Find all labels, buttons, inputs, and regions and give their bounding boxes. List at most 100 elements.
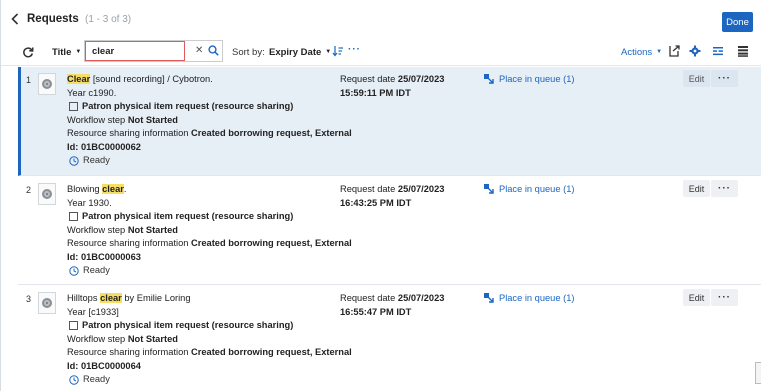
request-row[interactable]: 1 Clear [sound recording] / Cybotron. Ye… [18, 67, 761, 176]
request-type: Patron physical item request (resource s… [67, 319, 352, 333]
request-date: Request date 25/07/2023 16:43:25 PM IDT [340, 183, 480, 210]
title-highlight: Clear [67, 74, 91, 84]
rs-label: Resource sharing information [67, 238, 189, 248]
year-line: Year c1990. [67, 87, 352, 101]
status: Ready [67, 264, 352, 278]
chevron-left-icon [11, 13, 19, 25]
queue-icon [484, 184, 494, 194]
rs-label: Resource sharing information [67, 128, 189, 138]
item-thumbnail-icon [42, 189, 52, 199]
request-type-text: Patron physical item request (resource s… [82, 211, 294, 221]
queue-text: Place in queue (1) [499, 292, 575, 303]
item-title[interactable]: Clear [sound recording] / Cybotron. [67, 73, 352, 87]
year-line: Year [c1933] [67, 306, 352, 320]
request-type-icon [69, 102, 78, 112]
workflow-label: Workflow step [67, 114, 126, 125]
title-pre: Blowing [67, 184, 103, 194]
id-value: 01BC0000063 [80, 251, 141, 262]
id-value: 01BC0000062 [80, 141, 141, 152]
item-thumbnail [38, 183, 56, 205]
title-rest: . [123, 184, 127, 194]
request-type-text: Patron physical item request (resource s… [82, 101, 294, 111]
scroll-handle[interactable] [755, 362, 761, 384]
clock-icon [69, 156, 79, 166]
result-count: (1 - 3 of 3) [84, 14, 132, 25]
row-number: 2 [26, 185, 32, 195]
request-details: Hilltops clear by Emilie Loring Year [c1… [67, 292, 352, 387]
caret-down-icon: ▼ [656, 49, 663, 56]
request-type-icon [69, 321, 78, 331]
item-title[interactable]: Blowing clear. [67, 183, 352, 197]
title-rest: [sound recording] / Cybotron. [90, 74, 213, 84]
status: Ready [67, 373, 352, 387]
request-time-value: 16:55:47 PM IDT [340, 306, 412, 317]
gear-icon[interactable] [689, 45, 701, 57]
item-thumbnail [38, 73, 56, 95]
search-field-select[interactable]: Title ▼ [52, 47, 81, 58]
place-in-queue-link[interactable]: Place in queue (1) [483, 292, 574, 303]
rs-label: Resource sharing information [67, 347, 189, 357]
request-row[interactable]: 2 Blowing clear. Year 1930. Patron physi… [18, 177, 761, 285]
row-number: 1 [26, 75, 32, 85]
workflow-value: Not Started [127, 333, 178, 344]
list-view-icon[interactable] [737, 45, 749, 57]
request-type: Patron physical item request (resource s… [67, 210, 352, 224]
id-value: 01BC0000064 [80, 360, 141, 371]
row-more-button[interactable]: ··· [711, 180, 738, 197]
place-in-queue-link[interactable]: Place in queue (1) [483, 183, 574, 194]
done-button[interactable]: Done [722, 12, 753, 32]
clock-icon [69, 375, 79, 385]
row-more-button[interactable]: ··· [711, 70, 738, 87]
request-date: Request date 25/07/2023 16:55:47 PM IDT [340, 292, 480, 319]
place-in-queue-link[interactable]: Place in queue (1) [483, 73, 574, 84]
page-title-text: Requests [27, 13, 79, 25]
row-more-button[interactable]: ··· [711, 289, 738, 306]
workflow-line: Workflow step Not Started [67, 333, 352, 347]
clear-search-icon[interactable]: ✕ [195, 45, 203, 56]
id-label: Id: [67, 251, 79, 262]
page-title: Requests (1 - 3 of 3) [27, 13, 131, 25]
queue-icon [484, 74, 494, 84]
refresh-icon[interactable] [22, 46, 34, 58]
request-row[interactable]: 3 Hilltops clear by Emilie Loring Year [… [18, 286, 761, 391]
sort-value: Expiry Date [269, 47, 322, 58]
item-title[interactable]: Hilltops clear by Emilie Loring [67, 292, 352, 306]
workflow-value: Not Started [127, 224, 178, 235]
status-text: Ready [83, 374, 110, 384]
year-value: [c1933] [88, 306, 119, 317]
edit-button[interactable]: Edit [683, 289, 710, 306]
request-details: Clear [sound recording] / Cybotron. Year… [67, 73, 352, 168]
request-time-value: 16:43:25 PM IDT [340, 197, 412, 208]
resource-sharing-line: Resource sharing information Created bor… [67, 346, 352, 360]
actions-button[interactable]: Actions ▼ [621, 47, 662, 58]
sort-direction-icon[interactable] [332, 45, 344, 57]
request-date-value: 25/07/2023 [397, 184, 445, 194]
search-icon[interactable] [208, 45, 219, 56]
request-type-text: Patron physical item request (resource s… [82, 320, 294, 330]
export-icon[interactable] [668, 45, 680, 57]
queue-text: Place in queue (1) [499, 183, 575, 194]
sort-label: Sort by: [232, 47, 265, 58]
item-thumbnail-icon [42, 298, 52, 308]
item-thumbnail-icon [42, 79, 52, 89]
rs-value: Created borrowing request, External [191, 347, 352, 357]
search-input[interactable] [85, 41, 185, 61]
request-date-label: Request date [340, 74, 396, 84]
workflow-value: Not Started [127, 114, 178, 125]
year-label: Year [67, 197, 86, 208]
back-button[interactable] [9, 12, 21, 26]
item-thumbnail [38, 292, 56, 314]
requests-page: Requests (1 - 3 of 3) Done Title▼ ✕ Sort… [0, 0, 761, 391]
year-line: Year 1930. [67, 197, 352, 211]
workflow-label: Workflow step [67, 224, 126, 235]
toolbar-more-button[interactable]: ··· [348, 44, 361, 55]
sort-select[interactable]: Expiry Date ▼ [269, 47, 331, 58]
row-number: 3 [26, 294, 32, 304]
caret-down-icon: ▼ [325, 49, 332, 56]
resource-sharing-line: Resource sharing information Created bor… [67, 127, 352, 141]
id-line: Id: 01BC0000064 [67, 360, 352, 374]
edit-button[interactable]: Edit [683, 70, 710, 87]
edit-button[interactable]: Edit [683, 180, 710, 197]
filter-columns-icon[interactable] [712, 45, 724, 57]
resource-sharing-line: Resource sharing information Created bor… [67, 237, 352, 251]
